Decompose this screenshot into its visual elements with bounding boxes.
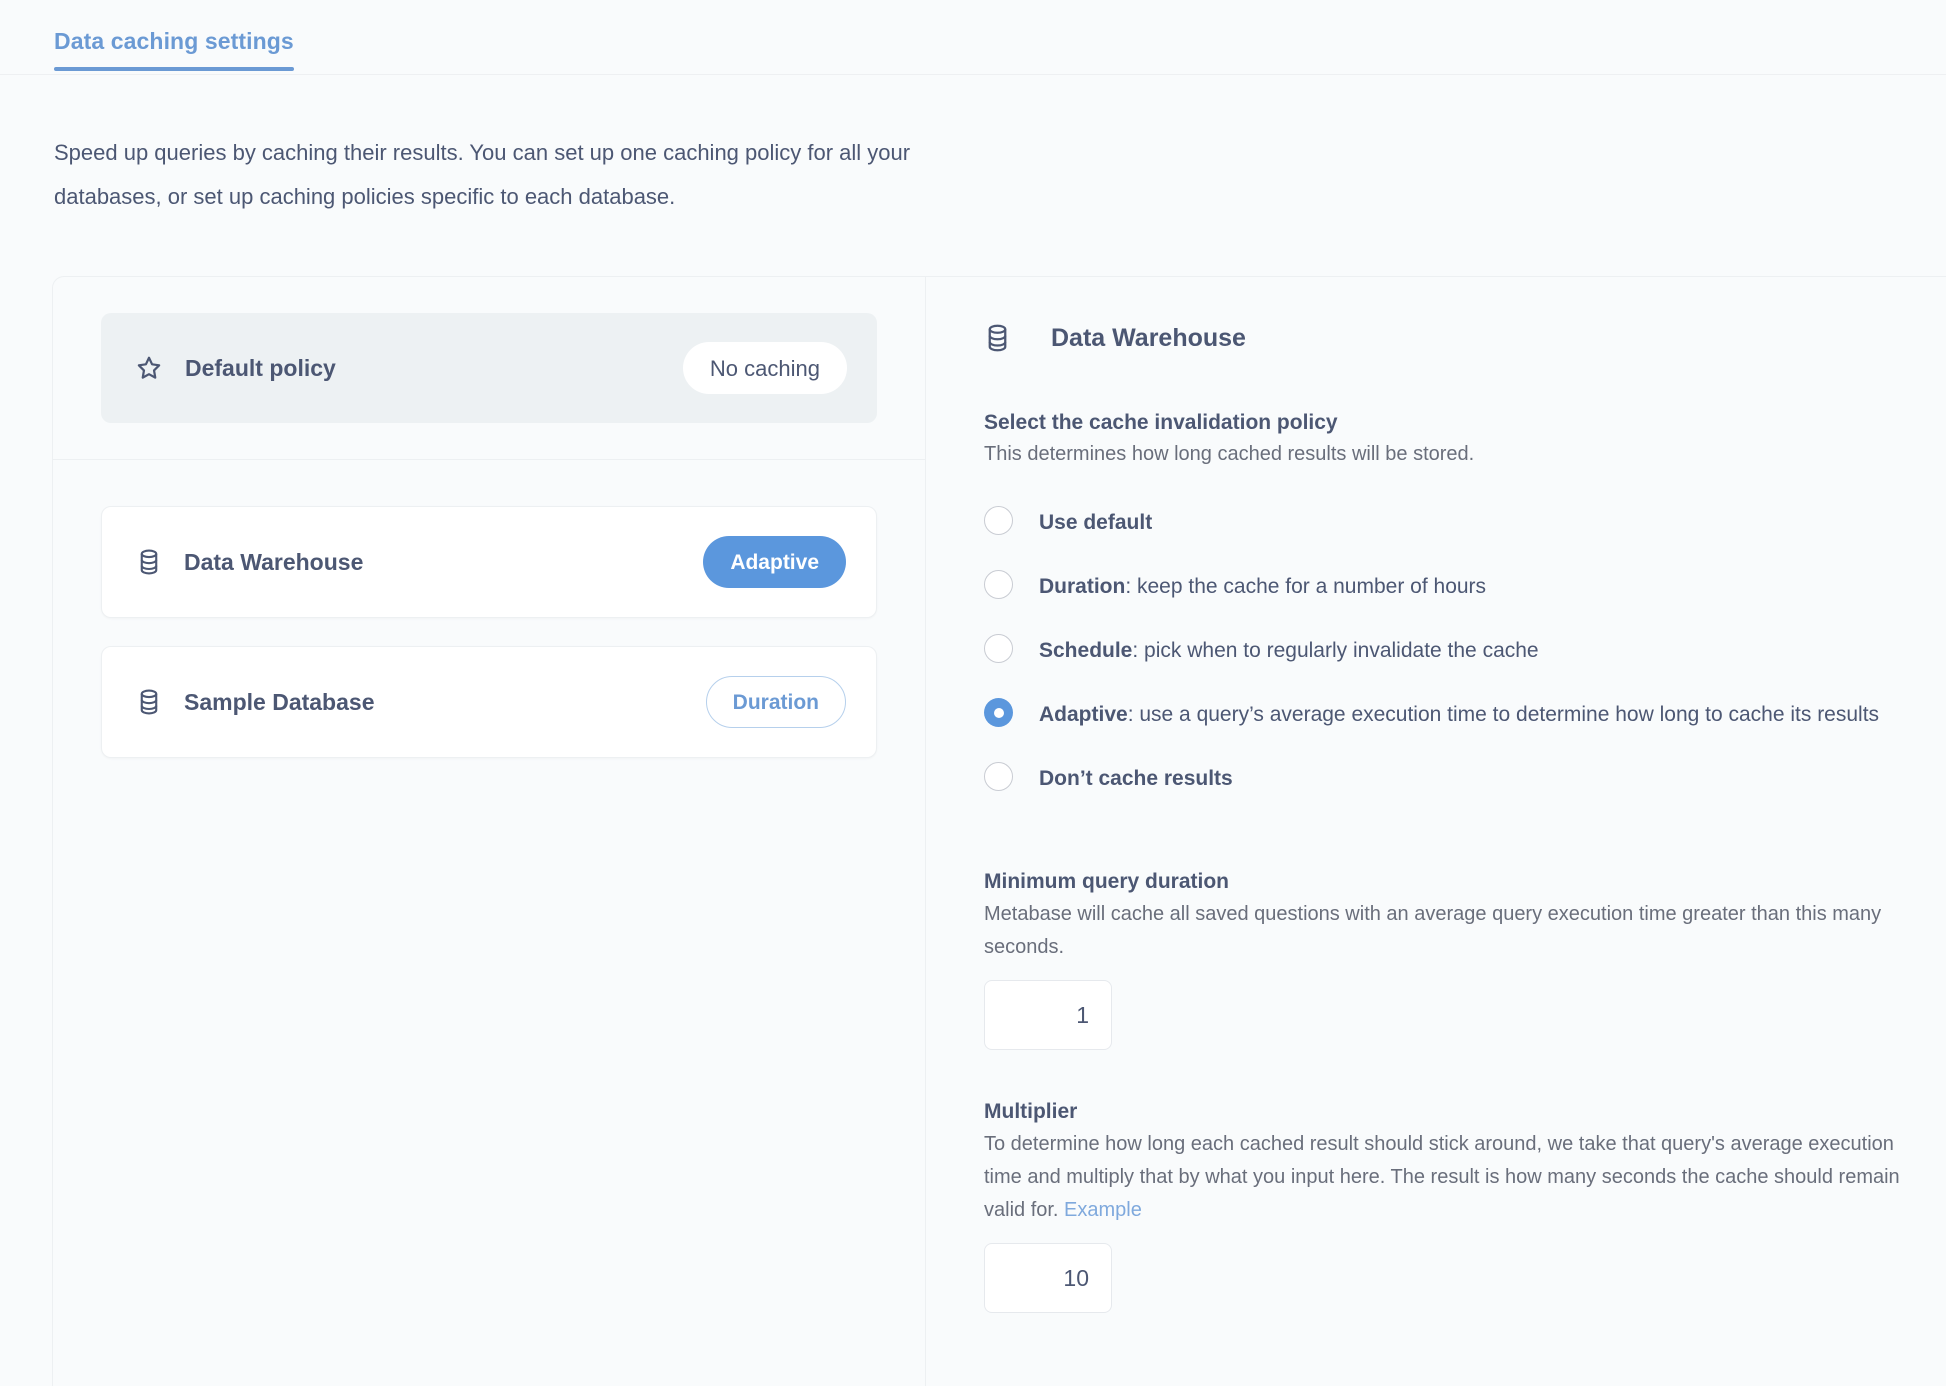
radio-option-adaptive[interactable]: Adaptive: use a query’s average executio…	[984, 696, 1906, 734]
database-label-group: Sample Database	[136, 688, 374, 716]
minimum-query-duration-description: Metabase will cache all saved questions …	[984, 903, 1882, 958]
tab-data-caching-settings[interactable]: Data caching settings	[54, 0, 294, 71]
multiplier-title: Multiplier	[984, 1100, 1078, 1123]
radio-option-label: Adaptive: use a query’s average executio…	[1039, 696, 1879, 734]
minimum-query-duration-title: Minimum query duration	[984, 870, 1230, 893]
minimum-query-duration-input[interactable]	[984, 980, 1112, 1050]
default-policy-row[interactable]: Default policy No caching	[101, 313, 877, 423]
database-icon	[136, 688, 162, 716]
tab-bar: Data caching settings	[0, 0, 1946, 75]
radio-option-label: Use default	[1039, 504, 1152, 542]
cache-policy-radio-group: Use default Duration: keep the cache for…	[984, 504, 1906, 824]
radio-option-bold: Adaptive	[1039, 703, 1128, 726]
radio-option-bold: Don’t cache results	[1039, 767, 1233, 790]
database-policy-list: Data Warehouse Adaptive Sample Database	[53, 460, 925, 758]
database-name: Data Warehouse	[184, 548, 364, 575]
radio-option-rest: : pick when to regularly invalidate the …	[1132, 639, 1539, 662]
policy-editor-pane: Data Warehouse Select the cache invalida…	[926, 277, 1946, 1386]
radio-indicator[interactable]	[984, 762, 1013, 791]
radio-option-rest: : keep the cache for a number of hours	[1125, 575, 1487, 598]
radio-option-bold: Schedule	[1039, 639, 1133, 662]
policy-editor-title: Data Warehouse	[1051, 323, 1246, 352]
multiplier-input[interactable]	[984, 1243, 1112, 1313]
database-strategy-button-sample-database[interactable]: Duration	[705, 676, 846, 728]
database-label-group: Data Warehouse	[136, 548, 363, 576]
radio-option-schedule[interactable]: Schedule: pick when to regularly invalid…	[984, 632, 1906, 670]
multiplier-block: Multiplier To determine how long each ca…	[984, 1100, 1906, 1313]
policy-list-pane: Default policy No caching Data Warehouse…	[53, 277, 926, 1386]
radio-option-label: Schedule: pick when to regularly invalid…	[1039, 632, 1539, 670]
database-row-sample-database[interactable]: Sample Database Duration	[101, 646, 877, 758]
default-policy-label-group: Default policy	[135, 354, 336, 382]
star-icon	[135, 354, 163, 382]
tab-label: Data caching settings	[54, 28, 294, 54]
database-row-data-warehouse[interactable]: Data Warehouse Adaptive	[101, 506, 877, 618]
radio-option-bold: Duration	[1039, 575, 1126, 598]
radio-option-dont-cache[interactable]: Don’t cache results	[984, 760, 1906, 798]
radio-option-label: Duration: keep the cache for a number of…	[1039, 568, 1486, 606]
database-name: Sample Database	[184, 688, 375, 715]
database-strategy-button-data-warehouse[interactable]: Adaptive	[703, 536, 846, 588]
radio-option-label: Don’t cache results	[1039, 760, 1233, 798]
multiplier-example-link[interactable]: Example	[1064, 1199, 1142, 1221]
cache-policy-section-title: Select the cache invalidation policy	[984, 411, 1338, 434]
policy-editor-header: Data Warehouse	[984, 323, 1906, 353]
default-policy-strategy-button[interactable]: No caching	[682, 342, 847, 394]
database-icon	[984, 323, 1011, 353]
minimum-query-duration-block: Minimum query duration Metabase will cac…	[984, 870, 1906, 1050]
radio-option-bold: Use default	[1039, 511, 1153, 534]
radio-indicator[interactable]	[984, 506, 1013, 535]
radio-indicator[interactable]	[984, 570, 1013, 599]
radio-indicator[interactable]	[984, 634, 1013, 663]
default-policy-name: Default policy	[185, 354, 336, 381]
tab-active-underline	[54, 67, 294, 71]
multiplier-description: To determine how long each cached result…	[984, 1128, 1904, 1227]
radio-indicator-selected[interactable]	[984, 698, 1013, 727]
radio-option-use-default[interactable]: Use default	[984, 504, 1906, 542]
caching-settings-container: Default policy No caching Data Warehouse…	[52, 276, 1946, 1386]
cache-policy-section-subtitle: This determines how long cached results …	[984, 443, 1475, 465]
radio-option-duration[interactable]: Duration: keep the cache for a number of…	[984, 568, 1906, 606]
radio-option-rest: : use a query’s average execution time t…	[1127, 703, 1880, 726]
default-policy-section: Default policy No caching	[53, 277, 925, 460]
database-icon	[136, 548, 162, 576]
page-description: Speed up queries by caching their result…	[54, 140, 911, 209]
